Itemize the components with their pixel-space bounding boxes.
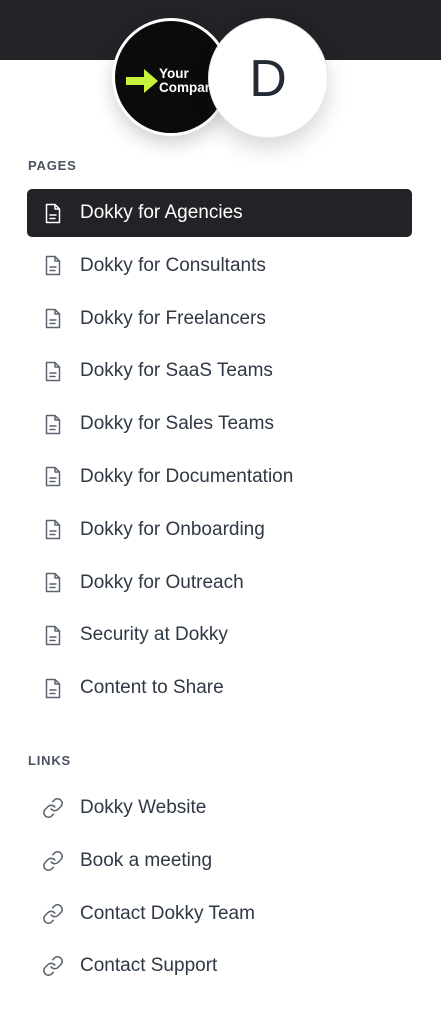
pages-item[interactable]: Dokky for Consultants [27, 242, 412, 290]
links-item[interactable]: Contact Dokky Team [27, 890, 412, 938]
document-icon [42, 413, 64, 435]
document-icon [42, 202, 64, 224]
document-icon [42, 360, 64, 382]
pages-item[interactable]: Dokky for Documentation [27, 453, 412, 501]
document-icon [42, 677, 64, 699]
links-item[interactable]: Book a meeting [27, 837, 412, 885]
pages-heading: PAGES [28, 158, 77, 173]
dokky-logo[interactable]: D [208, 18, 328, 138]
pages-item-label: Dokky for Onboarding [80, 518, 265, 540]
pages-item-label: Dokky for Documentation [80, 465, 294, 487]
pages-item-label: Dokky for Outreach [80, 571, 244, 593]
pages-item[interactable]: Dokky for Onboarding [27, 506, 412, 554]
pages-item[interactable]: Dokky for Sales Teams [27, 400, 412, 448]
pages-item-label: Dokky for SaaS Teams [80, 360, 273, 382]
pages-item-label: Dokky for Agencies [80, 202, 243, 223]
document-icon [42, 255, 64, 277]
pages-item-label: Dokky for Sales Teams [80, 413, 274, 435]
pages-item[interactable]: Content to Share [27, 664, 412, 712]
arrow-right-icon [126, 69, 158, 93]
links-item[interactable]: Contact Support [27, 942, 412, 990]
document-icon [42, 466, 64, 488]
pages-item[interactable]: Security at Dokky [27, 611, 412, 659]
document-icon [42, 624, 64, 646]
links-item-label: Contact Support [80, 955, 218, 977]
pages-item[interactable]: Dokky for Agencies [27, 189, 412, 237]
pages-item-label: Security at Dokky [80, 624, 228, 646]
pages-item-label: Content to Share [80, 677, 224, 699]
links-item-label: Contact Dokky Team [80, 902, 255, 924]
pages-item-label: Dokky for Consultants [80, 254, 266, 276]
links-item[interactable]: Dokky Website [27, 784, 412, 832]
link-icon [42, 955, 64, 977]
link-icon [42, 850, 64, 872]
pages-list: Dokky for Agencies Dokky for Consultants D… [27, 189, 412, 717]
link-icon [42, 903, 64, 925]
document-icon [42, 519, 64, 541]
links-item-label: Book a meeting [80, 849, 213, 871]
document-icon [42, 308, 64, 330]
links-item-label: Dokky Website [80, 797, 207, 818]
pages-item[interactable]: Dokky for Outreach [27, 559, 412, 607]
pages-item[interactable]: Dokky for Freelancers [27, 295, 412, 343]
links-list: Dokky Website Book a meeting Contact Dokky… [27, 784, 412, 995]
pages-item[interactable]: Dokky for SaaS Teams [27, 347, 412, 395]
dokky-logo-letter: D [249, 50, 287, 108]
links-heading: LINKS [28, 753, 71, 768]
link-icon [42, 797, 64, 819]
pages-item-label: Dokky for Freelancers [80, 307, 266, 329]
document-icon [42, 572, 64, 594]
